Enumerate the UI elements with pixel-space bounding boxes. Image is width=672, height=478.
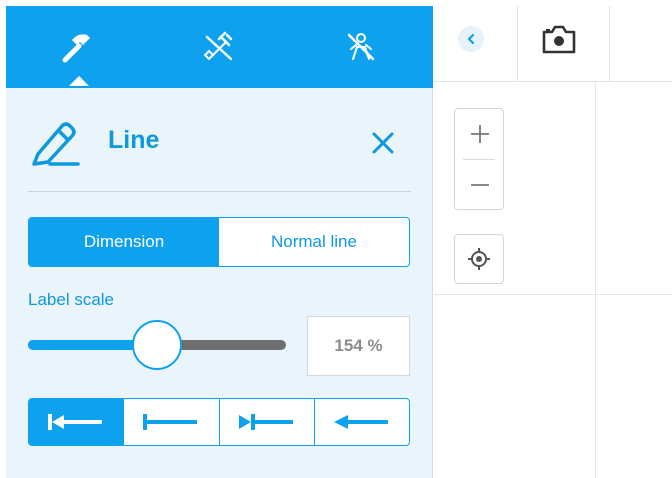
grid-line <box>595 82 596 478</box>
label-scale-slider[interactable] <box>28 320 286 370</box>
header-divider <box>28 191 411 192</box>
bar-icon <box>143 414 198 430</box>
line-tool-panel: Line Dimension Normal line Label scale 1… <box>6 6 433 478</box>
close-icon[interactable] <box>368 128 398 158</box>
locate-button[interactable] <box>454 234 504 284</box>
minus-icon <box>471 184 489 186</box>
frame-top <box>0 0 672 6</box>
active-tab-caret <box>69 76 89 86</box>
zoom-separator <box>463 159 495 160</box>
arrow-style-arrow[interactable] <box>315 399 409 445</box>
filled-arrow-bar-icon <box>238 414 293 430</box>
bar-arrow-icon <box>48 414 103 430</box>
frame-left <box>0 0 6 478</box>
hide-person-icon <box>347 33 375 61</box>
eraser-icon <box>203 31 233 61</box>
zoom-in-button[interactable] <box>455 109 505 159</box>
drawing-canvas[interactable] <box>434 0 672 478</box>
zoom-controls <box>454 108 504 210</box>
arrow-style-bar-arrow[interactable] <box>29 399 125 445</box>
slider-thumb[interactable] <box>132 320 182 370</box>
dimension-button[interactable]: Dimension <box>29 218 219 266</box>
hammer-icon <box>62 34 90 63</box>
chevron-left-icon <box>467 33 475 45</box>
zoom-out-button[interactable] <box>455 161 505 209</box>
pencil-icon <box>32 122 80 166</box>
canvas-top-bar <box>434 6 672 82</box>
tab-hide[interactable] <box>290 6 432 88</box>
grid-line <box>434 294 672 295</box>
toolbar-separator <box>609 6 610 82</box>
normal-line-button[interactable]: Normal line <box>219 218 409 266</box>
collapse-panel-button[interactable] <box>458 26 484 52</box>
panel-header: Line <box>26 106 411 176</box>
toolbar-separator <box>517 6 518 82</box>
arrow-style-group <box>28 398 410 446</box>
arrow-icon <box>333 415 388 429</box>
label-scale-label: Label scale <box>28 290 115 309</box>
tab-erase[interactable] <box>148 6 290 88</box>
tool-toolbar <box>6 6 433 88</box>
app-root: Line Dimension Normal line Label scale 1… <box>0 0 672 478</box>
line-mode-toggle: Dimension Normal line <box>28 217 410 267</box>
plus-icon <box>471 125 489 143</box>
arrow-style-filled-arrow-bar[interactable] <box>220 399 315 445</box>
arrow-style-bar[interactable] <box>124 399 220 445</box>
crosshair-icon <box>468 248 490 270</box>
label-scale-value[interactable]: 154 % <box>307 316 410 376</box>
camera-icon[interactable] <box>540 22 578 56</box>
panel-title: Line <box>108 126 160 154</box>
